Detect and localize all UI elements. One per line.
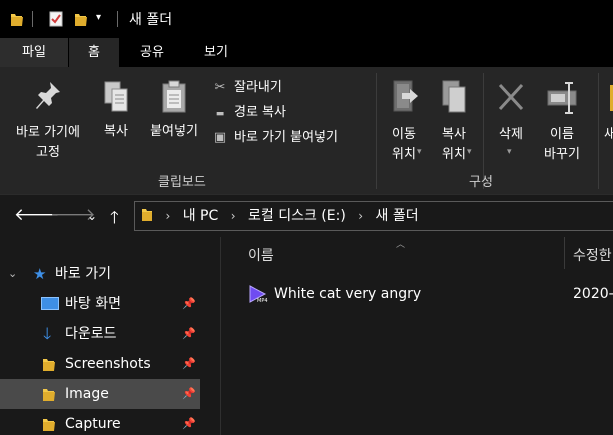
desktop-icon	[41, 297, 59, 310]
file-modified: 2020-0	[573, 286, 613, 302]
new-folder-label: 새	[604, 127, 613, 142]
nav-item-image[interactable]: Image 📌	[0, 379, 200, 409]
tab-file[interactable]: 파일	[0, 38, 68, 67]
folder-icon	[43, 419, 55, 431]
new-folder-button[interactable]: 새	[604, 79, 613, 145]
properties-icon[interactable]	[48, 11, 64, 27]
breadcrumb-this-pc[interactable]: 내 PC	[183, 202, 219, 230]
move-to-icon	[393, 80, 418, 112]
nav-item-label: Image	[65, 386, 109, 402]
rename-label: 이름 바꾸기	[544, 127, 580, 162]
move-to-dropdown-icon[interactable]: ▾	[417, 147, 422, 157]
window-title: 새 폴더	[129, 12, 173, 28]
toolbar-separator	[117, 11, 118, 27]
clipboard-group-label: 클립보드	[158, 175, 206, 190]
quick-access-item[interactable]: ⌄ ★ 바로 가기	[0, 259, 200, 289]
breadcrumb-chevron-icon[interactable]: ›	[165, 202, 170, 230]
paste-button[interactable]: 붙여넣기	[140, 79, 208, 142]
pin-icon[interactable]: 📌	[182, 349, 196, 379]
toolbar-separator	[32, 11, 33, 27]
delete-label: 삭제	[499, 127, 523, 142]
mp4-video-icon: MP4	[249, 285, 268, 303]
tab-home[interactable]: 홈	[69, 38, 119, 67]
nav-item-downloads[interactable]: 🡓 다운로드 📌	[0, 319, 200, 349]
star-icon: ★	[33, 265, 47, 283]
nav-item-label: 다운로드	[65, 326, 117, 342]
paste-shortcut-icon: ▣	[213, 130, 227, 145]
rename-button[interactable]: 이름 바꾸기	[535, 79, 589, 165]
navigation-bar: 🡐 🡒 ⌄ 🡑 › 내 PC › 로컬 디스크 (E:) › 새 폴더	[0, 194, 613, 237]
ribbon-group-separator	[376, 73, 377, 189]
quick-access-label: 바로 가기	[55, 266, 111, 282]
recent-locations-chevron-icon[interactable]: ⌄	[87, 209, 97, 223]
copy-path-button[interactable]: ▬ 경로 복사	[212, 102, 286, 124]
navigation-pane: ⌄ ★ 바로 가기 바탕 화면 📌 🡓 다운로드 📌 Screenshots 📌…	[0, 237, 220, 435]
customize-dropdown-icon[interactable]: ▾	[96, 12, 101, 23]
download-icon: 🡓	[43, 324, 52, 343]
paste-shortcut-label: 바로 가기 붙여넣기	[234, 130, 338, 145]
organize-group-label: 구성	[469, 175, 493, 190]
folder-icon[interactable]	[10, 11, 24, 27]
breadcrumb-chevron-icon[interactable]: ›	[358, 202, 363, 230]
folder-icon	[43, 389, 55, 401]
file-name: White cat very angry	[274, 286, 422, 302]
title-bar: ▾ 새 폴더	[0, 0, 613, 38]
breadcrumb-new-folder[interactable]: 새 폴더	[376, 202, 419, 230]
column-divider[interactable]	[564, 237, 565, 269]
cut-button[interactable]: ✂ 잘라내기	[212, 77, 282, 99]
rename-icon	[547, 82, 577, 114]
collapse-chevron-icon[interactable]: ⌄	[8, 259, 17, 289]
folder-icon	[43, 359, 55, 371]
copy-button[interactable]: 복사	[96, 79, 136, 142]
column-header-modified[interactable]: 수정한	[573, 245, 612, 265]
nav-item-label: 바탕 화면	[65, 296, 121, 312]
copy-to-label: 복사 위치	[442, 127, 466, 162]
copy-to-icon	[442, 80, 466, 113]
delete-icon	[498, 83, 524, 111]
new-folder-icon	[610, 85, 613, 111]
copy-path-label: 경로 복사	[234, 105, 286, 120]
tab-view[interactable]: 보기	[184, 38, 248, 67]
paste-shortcut-button[interactable]: ▣ 바로 가기 붙여넣기	[212, 127, 338, 149]
ribbon: 바로 가기에 고정 복사 붙여넣기 ✂ 잘라내기 ▬ 경로 복사 ▣ 바로 가기 붙여…	[0, 67, 613, 194]
copy-label: 복사	[104, 124, 128, 139]
delete-dropdown-icon[interactable]: ▾	[507, 147, 512, 157]
pin-icon[interactable]: 📌	[182, 289, 196, 319]
scissors-icon: ✂	[214, 80, 226, 95]
copy-icon	[104, 81, 128, 112]
sort-ascending-icon: ︿	[396, 240, 406, 250]
nav-item-label: Capture	[65, 416, 121, 432]
copy-to-dropdown-icon[interactable]: ▾	[467, 147, 472, 157]
paste-label: 붙여넣기	[150, 124, 198, 139]
nav-item-desktop[interactable]: 바탕 화면 📌	[0, 289, 200, 319]
up-arrow-icon[interactable]: 🡑	[110, 205, 119, 234]
file-row[interactable]: MP4 White cat very angry 2020-0	[221, 281, 613, 307]
folder-icon	[142, 209, 152, 221]
cut-label: 잘라내기	[234, 80, 282, 95]
breadcrumb-local-disk[interactable]: 로컬 디스크 (E:)	[248, 202, 346, 230]
nav-item-label: Screenshots	[65, 356, 151, 372]
pin-icon[interactable]: 📌	[182, 409, 196, 435]
new-folder-icon[interactable]	[74, 11, 88, 27]
file-list: ︿ 이름 수정한 MP4 White cat very angry 2020-0	[221, 237, 613, 435]
address-bar[interactable]: › 내 PC › 로컬 디스크 (E:) › 새 폴더	[134, 201, 613, 231]
column-header-name[interactable]: 이름	[248, 245, 274, 265]
pin-to-quick-access-button[interactable]: 바로 가기에 고정	[4, 79, 92, 163]
delete-button[interactable]: 삭제	[489, 79, 533, 145]
pin-icon[interactable]: 📌	[182, 319, 196, 349]
pin-icon[interactable]: 📌	[182, 379, 196, 409]
copy-path-icon: ▬	[215, 109, 225, 119]
pin-icon	[36, 82, 60, 109]
nav-item-screenshots[interactable]: Screenshots 📌	[0, 349, 200, 379]
pin-label: 바로 가기에 고정	[16, 125, 80, 160]
tab-share[interactable]: 공유	[123, 38, 181, 67]
nav-item-capture[interactable]: Capture 📌	[0, 409, 200, 435]
move-to-label: 이동 위치	[392, 127, 416, 162]
svg-text:MP4: MP4	[257, 298, 268, 303]
ribbon-tabs: 파일 홈 공유 보기	[0, 38, 613, 67]
ribbon-group-separator	[598, 73, 599, 189]
breadcrumb-chevron-icon[interactable]: ›	[231, 202, 236, 230]
paste-icon	[162, 80, 186, 113]
